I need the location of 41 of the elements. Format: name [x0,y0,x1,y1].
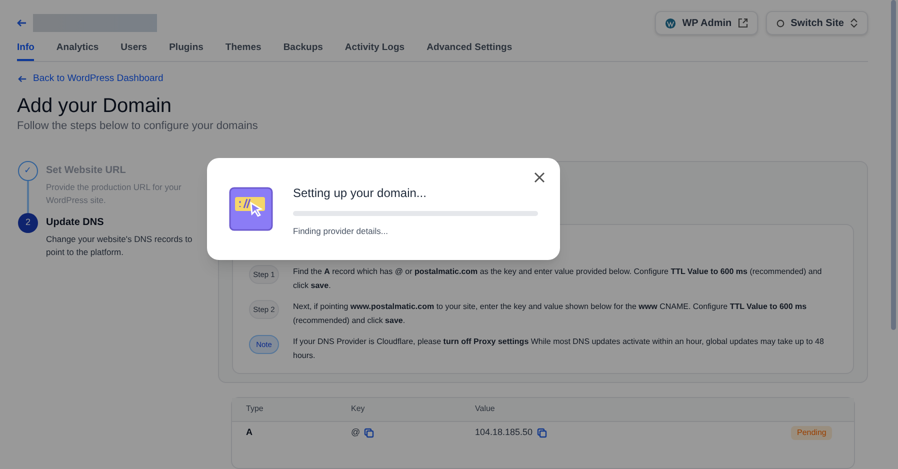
wp-admin-button[interactable]: WP Admin [655,11,758,35]
table-cell-text: @ [351,426,360,439]
tab[interactable]: Themes [225,38,262,61]
page-subtitle: Follow the steps below to configure your domains [17,119,259,134]
copy-icon[interactable] [536,428,547,438]
copy-icon[interactable] [364,428,374,438]
status-badge: Pending [791,426,832,440]
step-description: Change your website's DNS records to point to the platform. [46,232,194,259]
back-arrow-icon[interactable] [17,18,27,28]
dialog-message: Finding provider details... [293,225,389,238]
column-header: Value [475,403,496,416]
wordpress-logo-icon [665,18,676,28]
step-title: Update DNS [46,216,105,230]
refresh-icon [776,18,785,28]
tab[interactable]: Users [120,38,148,61]
table-cell-text: A [246,426,254,439]
instruction-text: Next, if pointing www.postalmatic.com to your site, enter the key and value shown below for the www CNAME. Configure TTL Value to 600 ms (recommended) and click save. [293,300,808,327]
column-header: Type [246,403,264,416]
chevron-up-down-icon [850,18,858,28]
close-button[interactable] [534,172,545,183]
back-arrow-icon [18,75,27,84]
tab[interactable]: Plugins [169,38,204,61]
step-description: Provide the production URL for your WordPress site. [46,180,182,207]
instruction-text: Find the A record which has @ or postalmatic.com as the key and enter value provided below. Configure TTL Value to 600 ms (recommended) and click save. [293,266,823,292]
tab[interactable]: Advanced Settings [426,38,512,61]
step-marker: 2 [18,212,38,233]
dialog-title: Setting up your domain... [293,185,428,202]
tab[interactable]: Backups [283,38,323,61]
tab[interactable]: Analytics [56,38,99,61]
back-to-dashboard-link[interactable]: Back to WordPress Dashboard [18,72,164,86]
domain-illustration-icon [229,187,273,231]
switch-site-button[interactable]: Switch Site [766,11,868,35]
table-cell-text: 104.18.185.50 [475,426,533,439]
tab[interactable]: Info [17,38,34,61]
tab[interactable]: Activity Logs [344,38,405,61]
step-marker: ✓ [18,160,38,181]
step-title: Set Website URL [46,164,127,178]
page-title: Add your Domain [17,94,173,118]
column-header: Key [351,403,366,416]
external-link-icon [738,18,748,28]
instruction-text: If your DNS Provider is Cloudflare, please turn off Proxy settings While most DNS updates activate within an hour, global updates may take up to 48 hours. [293,336,825,362]
